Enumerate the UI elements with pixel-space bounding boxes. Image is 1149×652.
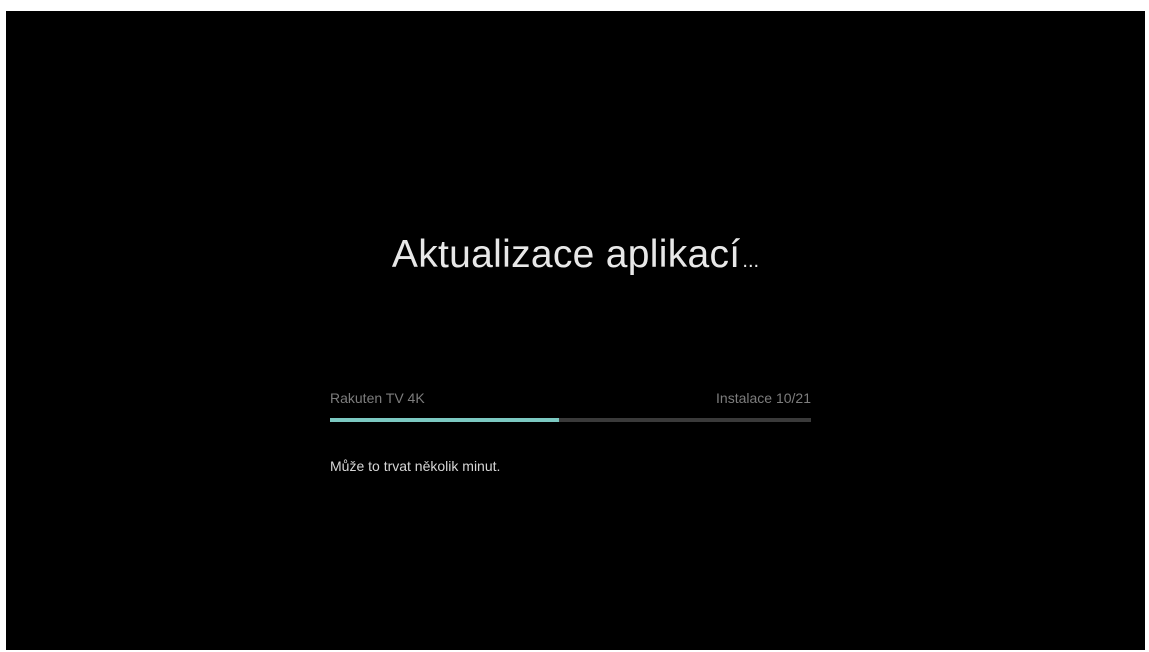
page-title: Aktualizace aplikací bbox=[391, 233, 741, 276]
progress-labels: Rakuten TV 4K Instalace 10/21 bbox=[330, 390, 811, 410]
title-ellipsis: ... bbox=[742, 250, 760, 272]
progress-section: Rakuten TV 4K Instalace 10/21 bbox=[330, 390, 811, 422]
title-row: Aktualizace aplikací... bbox=[6, 233, 1145, 277]
current-app-name: Rakuten TV 4K bbox=[330, 390, 425, 406]
duration-note: Může to trvat několik minut. bbox=[330, 458, 501, 474]
install-counter: Instalace 10/21 bbox=[716, 390, 811, 406]
update-screen: Aktualizace aplikací... Rakuten TV 4K In… bbox=[6, 11, 1145, 650]
progress-fill bbox=[330, 418, 559, 422]
progress-track bbox=[330, 418, 811, 422]
